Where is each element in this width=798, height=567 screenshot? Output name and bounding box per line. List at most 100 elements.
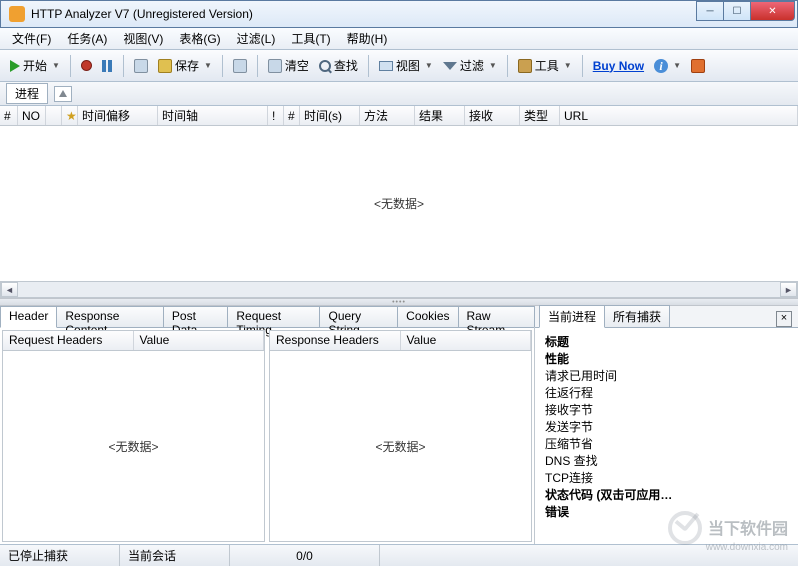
status-bar: 已停止捕获 当前会话 0/0: [0, 544, 798, 566]
col-time-s[interactable]: 时间(s): [300, 106, 360, 125]
filter-label: 过滤: [460, 57, 484, 74]
tab-all-captured[interactable]: 所有捕获: [604, 305, 670, 327]
window-controls: ─ ☐ ✕: [697, 1, 795, 21]
disk-icon: [158, 59, 172, 73]
prop-compress: 压缩节省: [545, 436, 788, 453]
book-icon: [691, 59, 705, 73]
search-icon: [319, 60, 331, 72]
open-button[interactable]: [130, 57, 152, 75]
process-bar: 进程: [0, 82, 798, 106]
view-label: 视图: [396, 57, 420, 74]
splitter[interactable]: ••••: [0, 298, 798, 306]
save-label: 保存: [175, 57, 199, 74]
col-recv[interactable]: 接收: [465, 106, 520, 125]
start-label: 开始: [23, 57, 47, 74]
find-button[interactable]: 查找: [315, 55, 362, 76]
horizontal-scrollbar[interactable]: ◄ ►: [0, 281, 798, 298]
process-collapse-button[interactable]: [54, 86, 72, 102]
tool-button[interactable]: 工具▼: [514, 55, 576, 76]
request-headers-pane: Request Headers Value <无数据>: [2, 330, 265, 542]
menu-grid[interactable]: 表格(G): [171, 28, 228, 49]
col-method[interactable]: 方法: [360, 106, 415, 125]
stop-button[interactable]: [77, 58, 96, 73]
filter-button[interactable]: 过滤▼: [439, 55, 501, 76]
prop-send-bytes: 发送字节: [545, 419, 788, 436]
menubar: 文件(F) 任务(A) 视图(V) 表格(G) 过滤(L) 工具(T) 帮助(H…: [0, 28, 798, 50]
toolbar: 开始▼ 保存▼ 清空 查找 视图▼ 过滤▼ 工具▼ Buy Now i▼: [0, 50, 798, 82]
minimize-button[interactable]: ─: [696, 1, 724, 21]
start-button[interactable]: 开始▼: [6, 55, 64, 76]
col-no[interactable]: NO: [18, 106, 46, 125]
prop-tcp: TCP连接: [545, 470, 788, 487]
resp-hdr-col[interactable]: Response Headers: [270, 331, 401, 350]
brush-button[interactable]: [229, 57, 251, 75]
col-num[interactable]: #: [284, 106, 300, 125]
stop-icon: [81, 60, 92, 71]
prop-title: 标题: [545, 334, 788, 351]
menu-task[interactable]: 任务(A): [59, 28, 115, 49]
req-empty-text: <无数据>: [108, 438, 158, 455]
menu-view[interactable]: 视图(V): [115, 28, 171, 49]
tab-cookies[interactable]: Cookies: [397, 306, 458, 327]
help-button[interactable]: [687, 57, 709, 75]
col-star[interactable]: ★: [62, 106, 78, 125]
close-panel-button[interactable]: ×: [776, 311, 792, 327]
info-icon: i: [654, 59, 668, 73]
maximize-button[interactable]: ☐: [723, 1, 751, 21]
toolbox-icon: [518, 59, 532, 73]
clear-label: 清空: [285, 57, 309, 74]
menu-tool[interactable]: 工具(T): [283, 28, 338, 49]
req-value-col[interactable]: Value: [134, 331, 265, 350]
col-result[interactable]: 结果: [415, 106, 465, 125]
detail-panel: Header Response Content Post Data Reques…: [0, 306, 535, 544]
prop-dns: DNS 查找: [545, 453, 788, 470]
menu-file[interactable]: 文件(F): [4, 28, 59, 49]
app-icon: [9, 6, 25, 22]
resp-value-col[interactable]: Value: [401, 331, 532, 350]
scroll-track[interactable]: [18, 282, 780, 297]
window-title: HTTP Analyzer V7 (Unregistered Version): [31, 7, 697, 21]
detail-tabs: Header Response Content Post Data Reques…: [0, 306, 534, 328]
clear-button[interactable]: 清空: [264, 55, 313, 76]
scroll-right-button[interactable]: ►: [780, 282, 797, 297]
tab-raw-stream[interactable]: Raw Stream: [458, 306, 535, 327]
buy-now-link[interactable]: Buy Now: [589, 57, 648, 75]
save-button[interactable]: 保存▼: [154, 55, 216, 76]
summary-tabs: 当前进程 所有捕获 ×: [535, 306, 798, 328]
prop-status[interactable]: 状态代码 (双击可应用…: [545, 487, 788, 504]
pause-button[interactable]: [98, 58, 117, 74]
process-tab[interactable]: 进程: [6, 83, 48, 104]
req-hdr-col[interactable]: Request Headers: [3, 331, 134, 350]
prop-recv-bytes: 接收字节: [545, 402, 788, 419]
grid-header: # NO ★ 时间偏移 时间轴 ! # 时间(s) 方法 结果 接收 类型 UR…: [0, 106, 798, 126]
menu-help[interactable]: 帮助(H): [339, 28, 396, 49]
col-url[interactable]: URL: [560, 106, 798, 125]
col-type[interactable]: 类型: [520, 106, 560, 125]
col-flag[interactable]: [46, 106, 62, 125]
tab-header[interactable]: Header: [0, 306, 57, 328]
resp-empty-text: <无数据>: [375, 438, 425, 455]
col-bang[interactable]: !: [268, 106, 284, 125]
grid-empty-text: <无数据>: [374, 195, 424, 212]
grid-body: <无数据>: [0, 126, 798, 281]
close-button[interactable]: ✕: [750, 1, 795, 21]
col-timeline[interactable]: 时间轴: [158, 106, 268, 125]
tab-post-data[interactable]: Post Data: [163, 306, 228, 327]
info-button[interactable]: i▼: [650, 57, 685, 75]
response-headers-pane: Response Headers Value <无数据>: [269, 330, 532, 542]
col-offset[interactable]: 时间偏移: [78, 106, 158, 125]
status-spacer: [380, 545, 798, 566]
menu-filter[interactable]: 过滤(L): [229, 28, 284, 49]
tab-query-string[interactable]: Query String: [319, 306, 398, 327]
tab-request-timing[interactable]: Request Timing: [227, 306, 320, 327]
view-button[interactable]: 视图▼: [375, 55, 437, 76]
bottom-panel: Header Response Content Post Data Reques…: [0, 306, 798, 544]
property-list: 标题 性能 请求已用时间 往返行程 接收字节 发送字节 压缩节省 DNS 查找 …: [535, 328, 798, 544]
scroll-left-button[interactable]: ◄: [1, 282, 18, 297]
buy-label: Buy Now: [593, 59, 644, 73]
tab-current-process[interactable]: 当前进程: [539, 305, 605, 328]
prop-roundtrip: 往返行程: [545, 385, 788, 402]
tool-label: 工具: [535, 57, 559, 74]
col-hash[interactable]: #: [0, 106, 18, 125]
tab-response-content[interactable]: Response Content: [56, 306, 164, 327]
